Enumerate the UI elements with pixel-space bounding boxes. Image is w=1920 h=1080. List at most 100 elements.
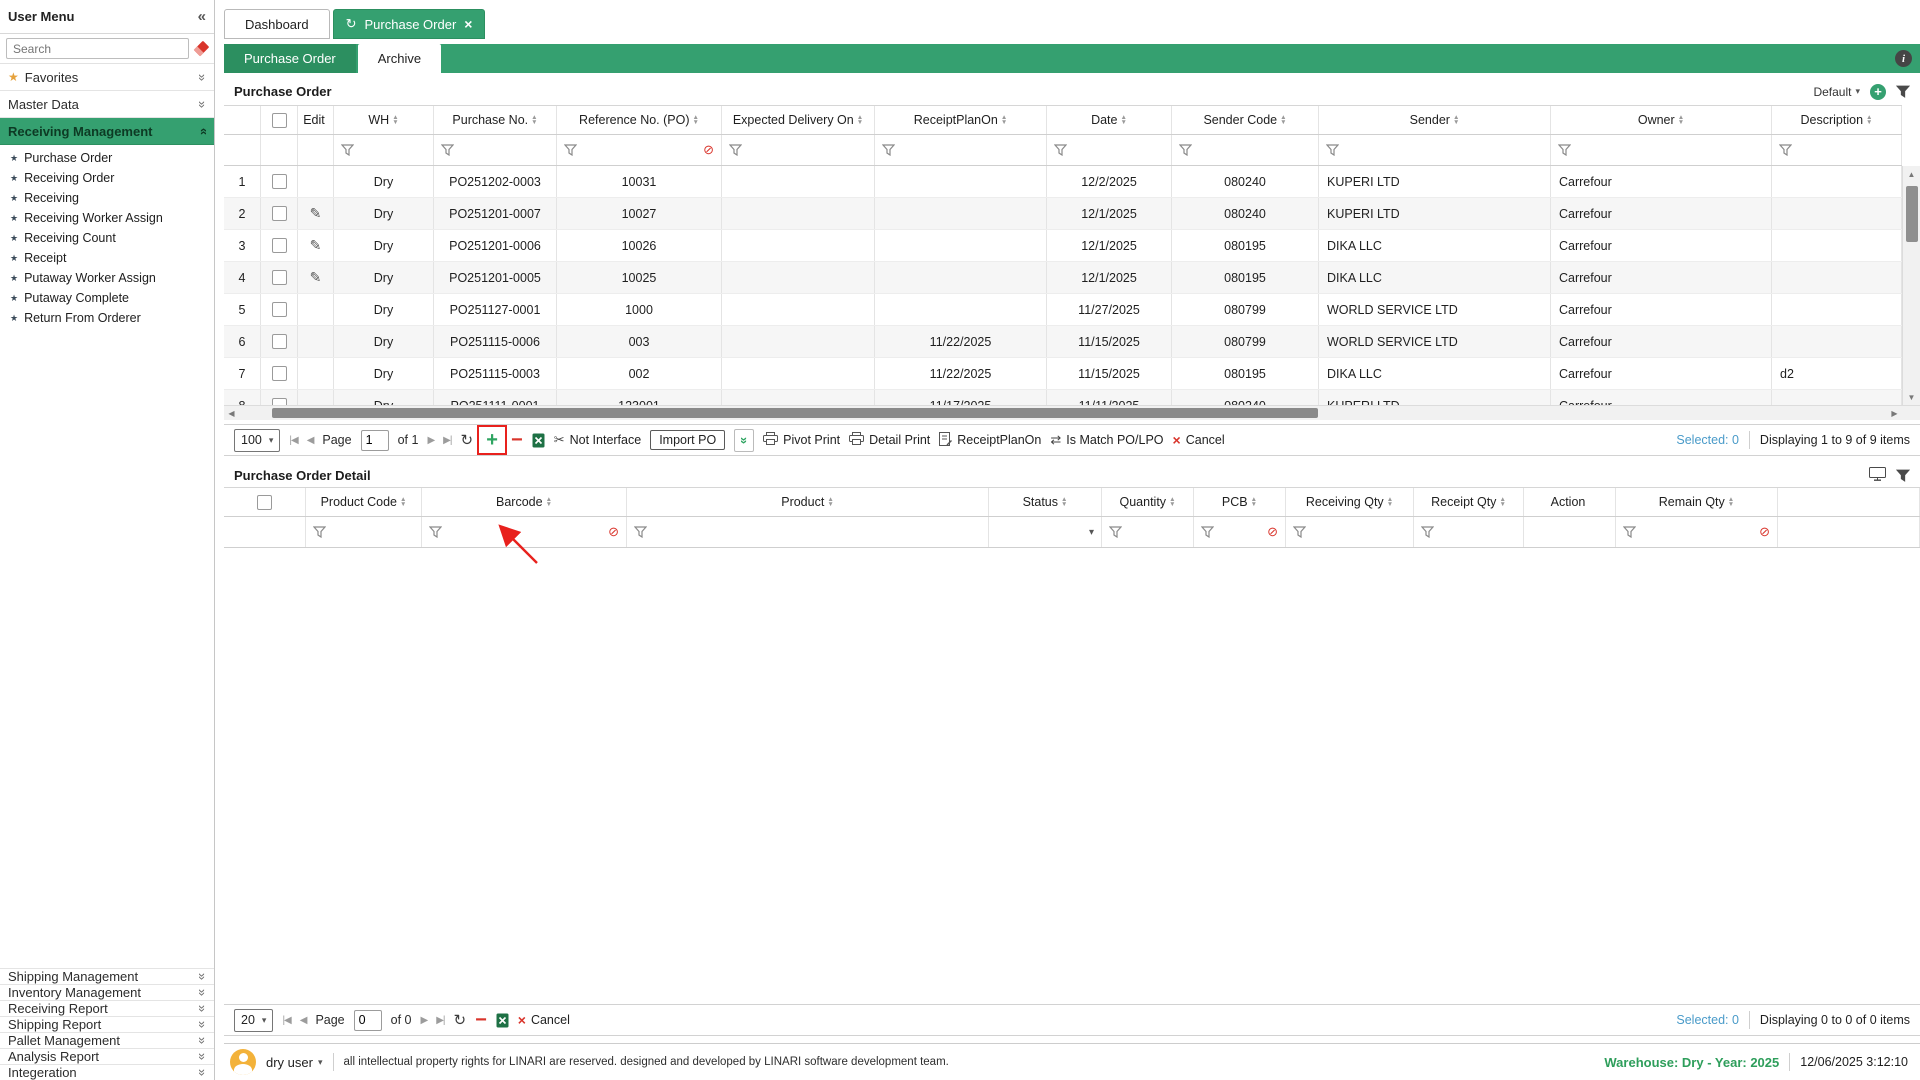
sidebar-section-inventory-management[interactable]: Inventory Management» (0, 984, 214, 1000)
sidebar-section-shipping-management[interactable]: Shipping Management» (0, 968, 214, 984)
filter-remain_qty[interactable]: ⊘ (1616, 517, 1778, 547)
col-quantity-header[interactable]: Quantity▲▼ (1102, 488, 1194, 516)
edit-icon[interactable]: ✎ (310, 269, 322, 286)
sidebar-section-master-data[interactable]: Master Data » (0, 91, 214, 118)
sidebar-section-integeration[interactable]: Integeration» (0, 1064, 214, 1080)
horizontal-scrollbar[interactable]: ◀ ▶ (224, 405, 1920, 420)
not-interface-button[interactable]: ✂ Not Interface (554, 432, 641, 448)
tab-purchase-order[interactable]: ↻ Purchase Order × (333, 9, 486, 39)
filter-quantity[interactable] (1102, 517, 1194, 547)
detail-print-button[interactable]: Detail Print (849, 432, 930, 448)
col-description-header[interactable]: Description▲▼ (1772, 106, 1902, 134)
funnel-icon[interactable] (341, 144, 354, 156)
sidebar-item-return-from-orderer[interactable]: ★Return From Orderer (0, 308, 214, 328)
col-receiving_qty-header[interactable]: Receiving Qty▲▼ (1286, 488, 1414, 516)
filter-dropdown-icon[interactable]: ▾ (1089, 527, 1094, 538)
page-input[interactable] (354, 1010, 382, 1031)
remove-row-button[interactable]: − (475, 1010, 487, 1030)
next-page-button[interactable]: ▶ (421, 1015, 428, 1026)
col-status-header[interactable]: Status▲▼ (989, 488, 1102, 516)
sidebar-item-purchase-order[interactable]: ★Purchase Order (0, 148, 214, 168)
col-pcb-header[interactable]: PCB▲▼ (1194, 488, 1286, 516)
funnel-icon[interactable] (1421, 526, 1434, 538)
subtab-purchase-order[interactable]: Purchase Order (224, 44, 356, 73)
row-checkbox[interactable] (272, 270, 287, 285)
col-receipt_qty-header[interactable]: Receipt Qty▲▼ (1414, 488, 1524, 516)
funnel-icon[interactable] (634, 526, 647, 538)
filter-product_code[interactable] (306, 517, 422, 547)
col-product_code-header[interactable]: Product Code▲▼ (306, 488, 422, 516)
sidebar-item-putaway-complete[interactable]: ★Putaway Complete (0, 288, 214, 308)
info-icon[interactable]: i (1895, 50, 1912, 67)
col-sender-header[interactable]: Sender▲▼ (1319, 106, 1551, 134)
col-product-header[interactable]: Product▲▼ (627, 488, 989, 516)
filter-date[interactable] (1047, 135, 1172, 165)
scroll-left-icon[interactable]: ◀ (224, 406, 239, 420)
col-date-header[interactable]: Date▲▼ (1047, 106, 1172, 134)
add-icon[interactable]: + (486, 430, 498, 450)
last-page-button[interactable]: ▶| (436, 1015, 444, 1026)
filter-sender_code[interactable] (1172, 135, 1319, 165)
scroll-down-icon[interactable]: ▼ (1903, 389, 1920, 405)
user-menu[interactable]: dry user ▾ (266, 1055, 323, 1070)
refresh-button[interactable]: ↻ (460, 431, 473, 449)
filter-status[interactable]: ▾ (989, 517, 1102, 547)
tab-dashboard[interactable]: Dashboard (224, 9, 330, 39)
user-avatar[interactable] (230, 1049, 256, 1075)
funnel-icon[interactable] (1201, 526, 1214, 538)
row-checkbox[interactable] (272, 174, 287, 189)
table-row[interactable]: 3✎DryPO251201-00061002612/1/2025080195DI… (224, 230, 1902, 262)
excel-export-button[interactable] (532, 433, 545, 448)
col-expected_delivery-header[interactable]: Expected Delivery On▲▼ (722, 106, 875, 134)
table-row[interactable]: 8DryPO251111-000112300111/17/202511/11/2… (224, 390, 1902, 405)
table-row[interactable]: 1DryPO251202-00031003112/2/2025080240KUP… (224, 166, 1902, 198)
funnel-icon[interactable] (1179, 144, 1192, 156)
close-icon[interactable]: × (464, 16, 472, 32)
col-receipt_plan_on-header[interactable]: ReceiptPlanOn▲▼ (875, 106, 1047, 134)
table-row[interactable]: 5DryPO251127-0001100011/27/2025080799WOR… (224, 294, 1902, 326)
funnel-icon[interactable] (1054, 144, 1067, 156)
row-checkbox[interactable] (272, 206, 287, 221)
filter-sender[interactable] (1319, 135, 1551, 165)
sidebar-item-receipt[interactable]: ★Receipt (0, 248, 214, 268)
col-purchase_no-header[interactable]: Purchase No.▲▼ (434, 106, 557, 134)
filter-receipt_plan_on[interactable] (875, 135, 1047, 165)
page-input[interactable] (361, 430, 389, 451)
sidebar-section-receiving-report[interactable]: Receiving Report» (0, 1000, 214, 1016)
sidebar-section-receiving-management[interactable]: Receiving Management » (0, 118, 214, 145)
table-row[interactable]: 4✎DryPO251201-00051002512/1/2025080195DI… (224, 262, 1902, 294)
filter-icon[interactable] (1896, 469, 1910, 482)
pivot-print-button[interactable]: Pivot Print (763, 432, 840, 448)
col-barcode-header[interactable]: Barcode▲▼ (422, 488, 627, 516)
sidebar-section-shipping-report[interactable]: Shipping Report» (0, 1016, 214, 1032)
funnel-icon[interactable] (429, 526, 442, 538)
add-view-icon[interactable]: + (1870, 84, 1886, 100)
row-checkbox[interactable] (272, 334, 287, 349)
filter-reference_no[interactable]: ⊘ (557, 135, 722, 165)
sidebar-section-pallet-management[interactable]: Pallet Management» (0, 1032, 214, 1048)
filter-receiving_qty[interactable] (1286, 517, 1414, 547)
filter-receipt_qty[interactable] (1414, 517, 1524, 547)
sidebar-item-putaway-worker-assign[interactable]: ★Putaway Worker Assign (0, 268, 214, 288)
sidebar-item-receiving[interactable]: ★Receiving (0, 188, 214, 208)
row-checkbox[interactable] (272, 398, 287, 405)
scroll-up-icon[interactable]: ▲ (1903, 166, 1920, 182)
cancel-button[interactable]: × Cancel (1173, 432, 1225, 448)
col-reference_no-header[interactable]: Reference No. (PO)▲▼ (557, 106, 722, 134)
excel-export-button[interactable] (496, 1013, 509, 1028)
row-checkbox[interactable] (272, 302, 287, 317)
filter-barcode[interactable]: ⊘ (422, 517, 627, 547)
table-row[interactable]: 7DryPO251115-000300211/22/202511/15/2025… (224, 358, 1902, 390)
filter-pcb[interactable]: ⊘ (1194, 517, 1286, 547)
next-page-button[interactable]: ▶ (427, 435, 434, 446)
funnel-icon[interactable] (1558, 144, 1571, 156)
is-match-po-lpo-button[interactable]: ⇄ Is Match PO/LPO (1050, 432, 1163, 448)
filter-description[interactable] (1772, 135, 1902, 165)
sidebar-item-receiving-order[interactable]: ★Receiving Order (0, 168, 214, 188)
funnel-icon[interactable] (1293, 526, 1306, 538)
table-row[interactable]: 2✎DryPO251201-00071002712/1/2025080240KU… (224, 198, 1902, 230)
col-sender_code-header[interactable]: Sender Code▲▼ (1172, 106, 1319, 134)
prev-page-button[interactable]: ◀ (307, 435, 314, 446)
more-actions-button[interactable]: » (734, 429, 754, 452)
filter-product[interactable] (627, 517, 989, 547)
